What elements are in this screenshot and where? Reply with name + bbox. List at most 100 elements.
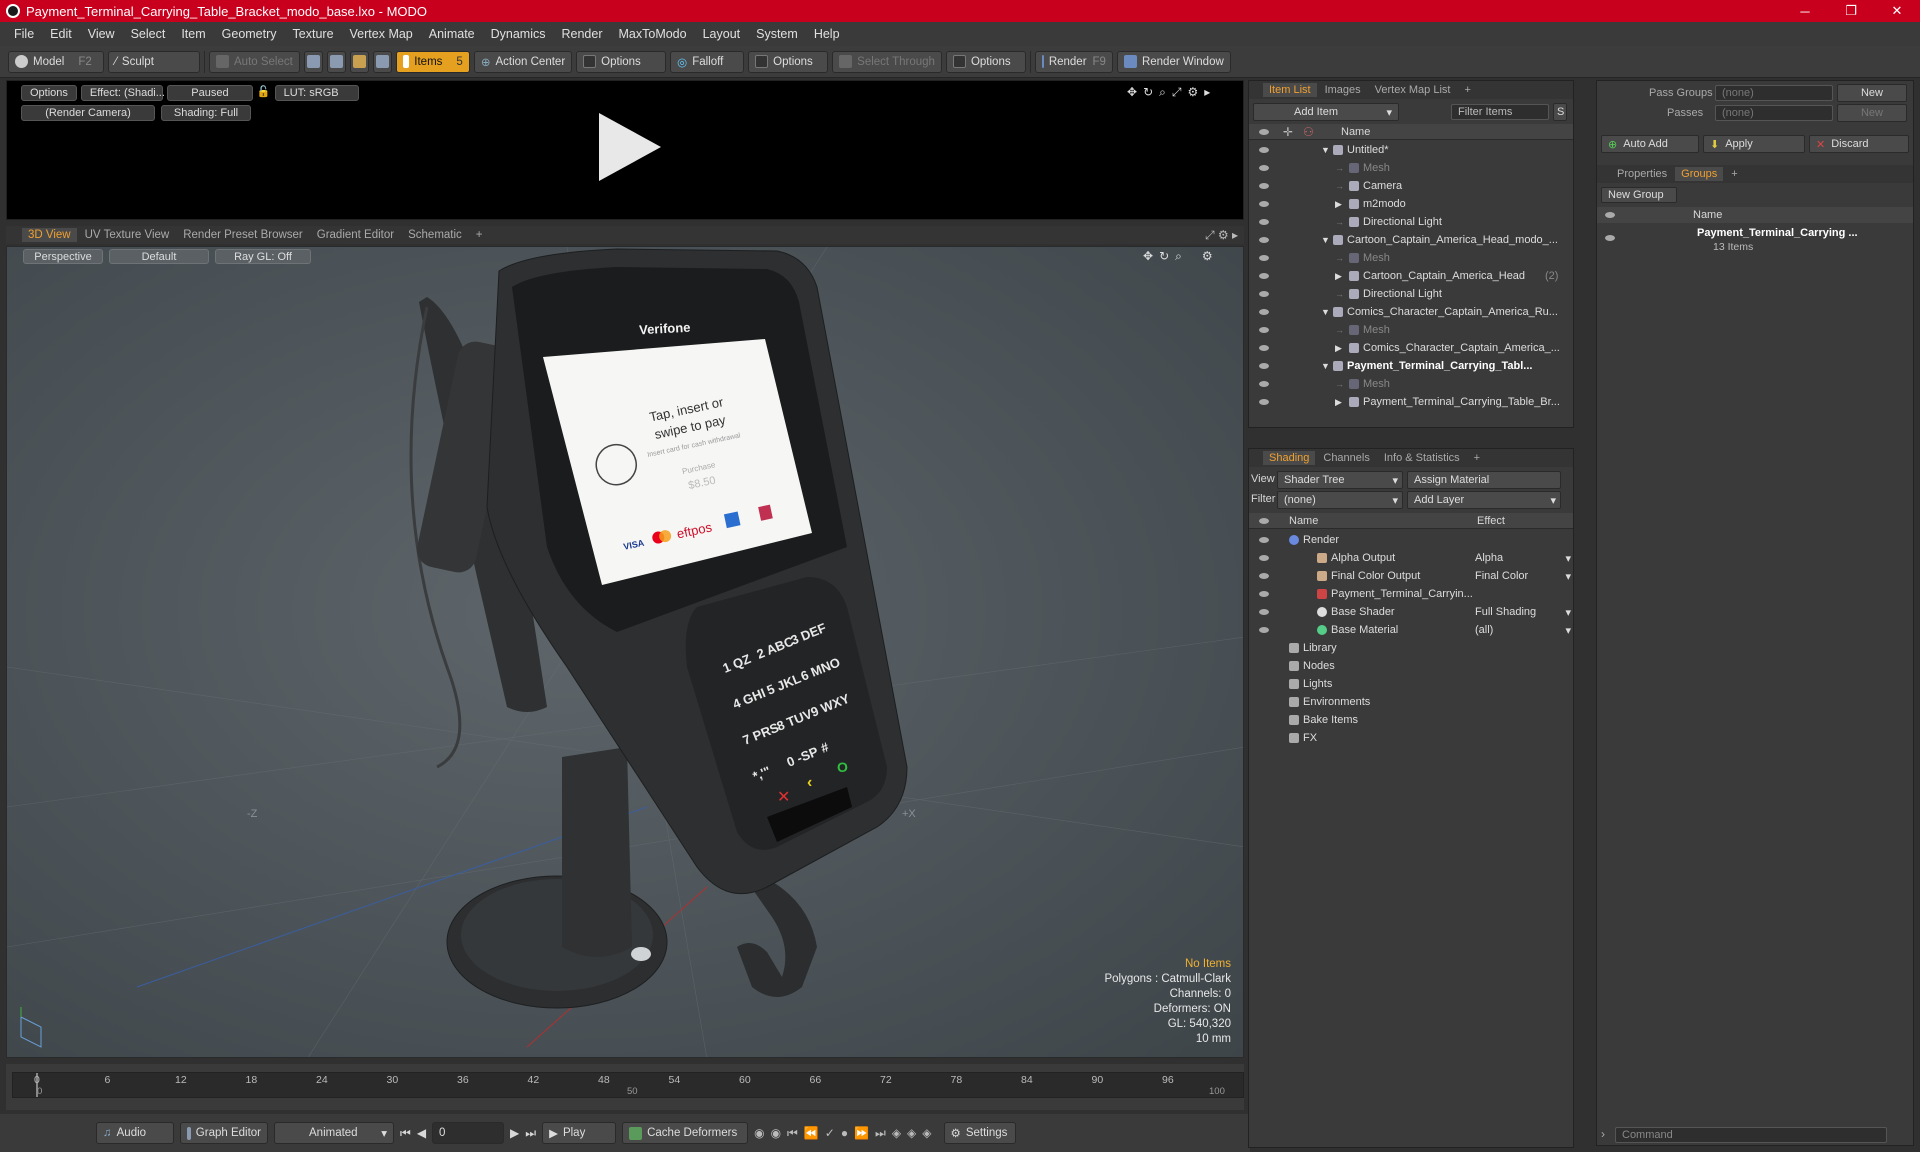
menu-dynamics[interactable]: Dynamics bbox=[483, 27, 554, 41]
eye-icon[interactable] bbox=[1605, 235, 1615, 241]
tab-images[interactable]: Images bbox=[1319, 83, 1367, 97]
eye-icon[interactable] bbox=[1259, 237, 1269, 243]
maximize-button[interactable]: ❐ bbox=[1828, 3, 1874, 19]
preview-options-button[interactable]: Options bbox=[21, 85, 77, 101]
eye-icon[interactable] bbox=[1259, 399, 1269, 405]
tab-vertex-map-list[interactable]: Vertex Map List bbox=[1369, 83, 1457, 97]
item-list-row[interactable]: → Directional Light bbox=[1249, 213, 1573, 231]
camera-dropdown[interactable]: (Render Camera) bbox=[21, 105, 155, 121]
item-list-row[interactable]: → Directional Light bbox=[1249, 285, 1573, 303]
sculpt-mode-button[interactable]: ⁄ Sculpt bbox=[108, 50, 200, 73]
eye-icon[interactable] bbox=[1259, 363, 1269, 369]
tab-properties[interactable]: Properties bbox=[1611, 167, 1673, 181]
filter-dropdown[interactable]: (none) ▾ bbox=[1277, 491, 1403, 509]
menu-texture[interactable]: Texture bbox=[285, 27, 342, 41]
item-list-row[interactable]: → Camera bbox=[1249, 177, 1573, 195]
shader-tree-row[interactable]: Bake Items bbox=[1249, 711, 1573, 729]
item-list-row[interactable]: ▼ Untitled* bbox=[1249, 141, 1573, 159]
tab-uv-texture-view[interactable]: UV Texture View bbox=[79, 228, 176, 242]
skip-end-icon[interactable]: ⏭ bbox=[525, 1126, 536, 1141]
shader-tree-row[interactable]: Render bbox=[1249, 531, 1573, 549]
filter-items-input[interactable]: Filter Items bbox=[1451, 104, 1549, 120]
menu-item[interactable]: Item bbox=[173, 27, 213, 41]
expand-arrow-icon[interactable]: ▶ bbox=[1335, 199, 1342, 210]
polygons-mode-button[interactable] bbox=[349, 50, 369, 73]
expand-arrow-icon[interactable]: ▼ bbox=[1321, 235, 1330, 245]
expand-arrow-icon[interactable]: ▶ bbox=[1335, 271, 1342, 282]
menu-help[interactable]: Help bbox=[806, 27, 848, 41]
tab-schematic[interactable]: Schematic bbox=[402, 228, 468, 242]
tab-3d-view[interactable]: 3D View bbox=[22, 228, 77, 242]
new-pass-group-button[interactable]: New bbox=[1837, 84, 1907, 102]
eye-icon[interactable] bbox=[1259, 381, 1269, 387]
auto-add-button[interactable]: ⊕ Auto Add bbox=[1601, 135, 1699, 153]
menu-select[interactable]: Select bbox=[123, 27, 174, 41]
vertices-mode-button[interactable] bbox=[303, 50, 323, 73]
shader-tree-row[interactable]: Library bbox=[1249, 639, 1573, 657]
audio-button[interactable]: ♫ Audio bbox=[96, 1122, 174, 1144]
menu-edit[interactable]: Edit bbox=[42, 27, 80, 41]
skip-start-icon[interactable]: ⏮ bbox=[400, 1126, 411, 1141]
menu-maxtomodo[interactable]: MaxToModo bbox=[611, 27, 695, 41]
materials-mode-button[interactable] bbox=[372, 50, 392, 73]
expand-arrow-icon[interactable]: ▼ bbox=[1321, 361, 1330, 371]
eye-icon[interactable] bbox=[1259, 255, 1269, 261]
action-center-button[interactable]: ⊕ Action Center bbox=[473, 50, 573, 73]
settings-button[interactable]: ⚙ Settings bbox=[943, 1122, 1016, 1144]
arrow-right-icon[interactable]: ▸ bbox=[1204, 85, 1210, 100]
tab-gradient-editor[interactable]: Gradient Editor bbox=[311, 228, 400, 242]
graph-editor-button[interactable]: Graph Editor bbox=[180, 1122, 268, 1144]
menu-animate[interactable]: Animate bbox=[421, 27, 483, 41]
falloff-options-button[interactable]: Options bbox=[748, 50, 829, 73]
cache-deformers-button[interactable]: Cache Deformers bbox=[622, 1122, 749, 1144]
menu-geometry[interactable]: Geometry bbox=[214, 27, 285, 41]
apply-button[interactable]: ⬇ Apply bbox=[1703, 135, 1805, 153]
expand-arrow-icon[interactable]: ▼ bbox=[1321, 307, 1330, 317]
edges-mode-button[interactable] bbox=[326, 50, 346, 73]
eye-icon[interactable] bbox=[1259, 537, 1269, 543]
shader-tree-row[interactable]: Lights bbox=[1249, 675, 1573, 693]
new-pass-button[interactable]: New bbox=[1837, 104, 1907, 122]
new-group-button[interactable]: New Group bbox=[1601, 187, 1677, 203]
falloff-button[interactable]: ◎ Falloff bbox=[670, 50, 745, 73]
item-list-row[interactable]: ▶ m2modo bbox=[1249, 195, 1573, 213]
item-list-row[interactable]: ▼ Comics_Character_Captain_America_Ru... bbox=[1249, 303, 1573, 321]
command-input[interactable]: Command bbox=[1615, 1127, 1887, 1143]
item-list-row[interactable]: → Mesh bbox=[1249, 321, 1573, 339]
minimize-button[interactable]: ─ bbox=[1782, 4, 1828, 19]
timeline-ruler[interactable]: 0 6 12 18 24 30 36 42 48 54 60 66 72 78 84 90 96 0 50 100 bbox=[12, 1072, 1244, 1098]
animated-dropdown[interactable]: Animated ▾ bbox=[274, 1122, 394, 1144]
gear-icon[interactable]: ⚙ bbox=[1187, 85, 1198, 100]
passes-dropdown[interactable]: (none) bbox=[1715, 105, 1833, 121]
item-list-row[interactable]: → Mesh bbox=[1249, 375, 1573, 393]
zoom-icon[interactable]: ⌕ bbox=[1159, 85, 1166, 100]
play-icon[interactable] bbox=[599, 113, 661, 181]
eye-icon[interactable] bbox=[1259, 591, 1269, 597]
3d-viewport[interactable]: Perspective Default Ray GL: Off ✥ ↻ ⌕ ⚙ -Z … bbox=[6, 246, 1244, 1058]
render-window-button[interactable]: Render Window bbox=[1116, 50, 1231, 73]
menu-view[interactable]: View bbox=[80, 27, 123, 41]
add-item-dropdown[interactable]: Add Item ▾ bbox=[1253, 103, 1399, 121]
effect-dropdown[interactable]: Full Shading ▾ bbox=[1475, 606, 1571, 619]
shader-tree-row[interactable]: Payment_Terminal_Carryin... bbox=[1249, 585, 1573, 603]
shader-tree-row[interactable]: Environments bbox=[1249, 693, 1573, 711]
expand-arrow-icon[interactable]: ▶ bbox=[1335, 343, 1342, 354]
shading-dropdown[interactable]: Shading: Full bbox=[161, 105, 251, 121]
select-through-options-button[interactable]: Options bbox=[945, 50, 1026, 73]
expand-arrow-icon[interactable]: ▶ bbox=[1335, 397, 1342, 408]
add-layer-dropdown[interactable]: Add Layer ▾ bbox=[1407, 491, 1561, 509]
eye-icon[interactable] bbox=[1259, 327, 1269, 333]
tab-info-statistics[interactable]: Info & Statistics bbox=[1378, 451, 1466, 465]
effect-dropdown[interactable]: Alpha ▾ bbox=[1475, 552, 1571, 565]
item-list-row[interactable]: → Mesh bbox=[1249, 249, 1573, 267]
item-list-row[interactable]: ▶ Comics_Character_Captain_America_... bbox=[1249, 339, 1573, 357]
step-forward-icon[interactable]: ▶ bbox=[510, 1126, 519, 1140]
effect-dropdown[interactable]: Effect: (Shadi... bbox=[80, 85, 165, 101]
add-tab-button[interactable]: + bbox=[1468, 451, 1486, 465]
eye-icon[interactable] bbox=[1259, 291, 1269, 297]
shader-tree-row[interactable]: Alpha Output Alpha ▾ bbox=[1249, 549, 1573, 567]
auto-select-button[interactable]: Auto Select bbox=[209, 50, 300, 73]
assign-material-button[interactable]: Assign Material bbox=[1407, 471, 1561, 489]
eye-icon[interactable] bbox=[1259, 219, 1269, 225]
tab-shading[interactable]: Shading bbox=[1263, 451, 1316, 465]
